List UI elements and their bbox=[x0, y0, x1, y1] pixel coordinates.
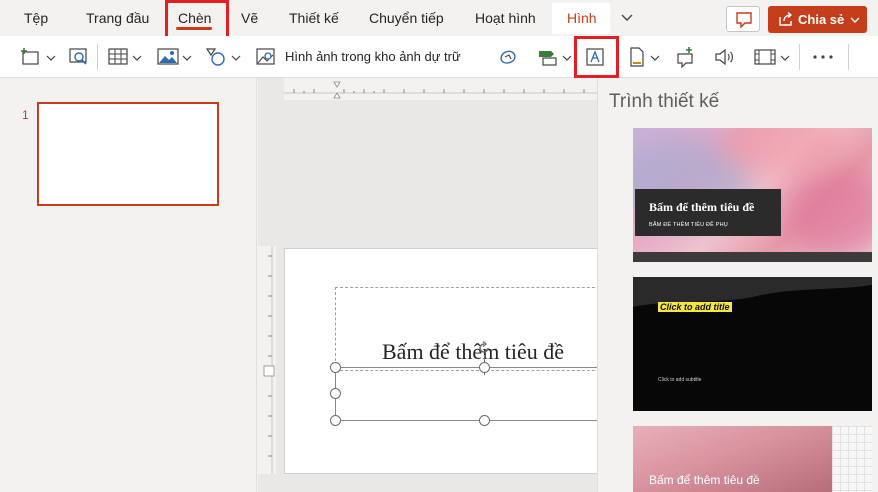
smartart-button[interactable] bbox=[534, 36, 574, 78]
rotate-handle-icon[interactable] bbox=[477, 341, 491, 355]
design-idea-title: Bấm để thêm tiêu đề bbox=[649, 473, 760, 487]
shapes-icon bbox=[205, 48, 225, 66]
comments-button[interactable] bbox=[726, 6, 760, 32]
title-placeholder-text[interactable]: Bấm để thêm tiêu đề bbox=[382, 339, 564, 365]
resize-handle-top-left[interactable] bbox=[330, 362, 341, 373]
chevron-down-icon bbox=[850, 17, 860, 23]
comment-icon bbox=[736, 12, 752, 29]
slide-number: 1 bbox=[22, 108, 29, 122]
resize-handle-top-center[interactable] bbox=[479, 362, 490, 373]
design-idea-subtitle: BẤM ĐỂ THÊM TIÊU ĐỀ PHỤ bbox=[649, 222, 728, 228]
pictures-button[interactable] bbox=[154, 36, 196, 78]
horizontal-ruler[interactable] bbox=[284, 78, 597, 100]
tab-animations[interactable]: Hoạt hình bbox=[475, 0, 536, 36]
ribbon-separator bbox=[799, 44, 800, 70]
new-comment-icon bbox=[677, 47, 693, 68]
chevron-down-icon bbox=[780, 55, 790, 61]
designer-pane-title: Trình thiết kế bbox=[609, 91, 720, 112]
share-button-label: Chia sẻ bbox=[798, 12, 845, 27]
tab-home[interactable]: Trang đầu bbox=[86, 0, 149, 36]
table-icon bbox=[108, 48, 128, 65]
design-idea-3[interactable]: Bấm để thêm tiêu đề bbox=[633, 426, 872, 492]
icons-button[interactable] bbox=[494, 36, 522, 78]
stock-images-icon bbox=[256, 48, 275, 65]
design-idea-title: Click to add title bbox=[658, 302, 732, 312]
design-idea-subtitle: Click to add subtitle bbox=[658, 377, 702, 383]
smartart-icon bbox=[539, 51, 557, 66]
chevron-down-icon bbox=[231, 55, 241, 61]
more-options-button[interactable] bbox=[808, 36, 838, 78]
design-idea-title: Bấm để thêm tiêu đề bbox=[649, 200, 755, 214]
tab-transitions[interactable]: Chuyển tiếp bbox=[369, 0, 444, 36]
insert-ribbon: Hình ảnh trong kho ảnh dự trữ bbox=[0, 36, 878, 78]
chevron-down-icon bbox=[132, 55, 142, 61]
more-tabs-chevron-icon[interactable] bbox=[617, 6, 637, 30]
new-slide-icon bbox=[21, 48, 39, 65]
ribbon-separator bbox=[848, 44, 849, 70]
slide-canvas[interactable]: Bấm để thêm tiêu đề bbox=[284, 248, 597, 474]
audio-button[interactable] bbox=[710, 36, 738, 78]
selected-text-box[interactable] bbox=[335, 367, 597, 421]
new-slide-button[interactable] bbox=[14, 36, 58, 78]
vertical-ruler[interactable] bbox=[258, 246, 276, 474]
stock-images-label: Hình ảnh trong kho ảnh dự trữ bbox=[285, 49, 461, 64]
video-icon bbox=[754, 49, 776, 65]
chevron-down-icon bbox=[46, 55, 56, 61]
chevron-down-icon bbox=[650, 55, 660, 61]
header-footer-button[interactable] bbox=[626, 36, 664, 78]
table-button[interactable] bbox=[104, 36, 146, 78]
header-footer-icon bbox=[630, 47, 644, 67]
reuse-slides-button[interactable] bbox=[66, 36, 92, 78]
slide-thumbnail[interactable] bbox=[37, 102, 219, 206]
highlight-text-box-button bbox=[574, 36, 619, 78]
new-comment-button[interactable] bbox=[672, 36, 700, 78]
share-button[interactable]: Chia sẻ bbox=[768, 6, 867, 33]
video-button[interactable] bbox=[752, 36, 794, 78]
designer-pane: Trình thiết kế Bấm để thêm tiêu đề BẤM Đ… bbox=[597, 78, 878, 492]
resize-handle-middle-left[interactable] bbox=[330, 388, 341, 399]
tab-file[interactable]: Tệp bbox=[24, 0, 48, 36]
share-icon bbox=[779, 12, 793, 26]
ribbon-tab-bar: Tệp Trang đầu Chèn Vẽ Thiết kế Chuyển ti… bbox=[0, 0, 878, 43]
resize-handle-bottom-center[interactable] bbox=[479, 415, 490, 426]
tab-design[interactable]: Thiết kế bbox=[289, 0, 339, 36]
reuse-slides-icon bbox=[69, 48, 87, 65]
more-icon bbox=[813, 55, 833, 59]
ribbon-separator bbox=[97, 44, 98, 70]
icons-insert-icon bbox=[500, 50, 516, 64]
slide-editor: Bấm để thêm tiêu đề bbox=[258, 78, 597, 492]
tab-shape-format[interactable]: Hình bbox=[567, 0, 597, 36]
design-idea-1[interactable]: Bấm để thêm tiêu đề BẤM ĐỂ THÊM TIÊU ĐỀ … bbox=[633, 128, 872, 262]
speaker-icon bbox=[715, 48, 733, 66]
chevron-down-icon bbox=[182, 55, 192, 61]
picture-icon bbox=[157, 48, 179, 65]
tab-draw[interactable]: Vẽ bbox=[241, 0, 258, 36]
resize-handle-bottom-left[interactable] bbox=[330, 415, 341, 426]
design-idea-texture bbox=[633, 277, 872, 411]
chevron-down-icon bbox=[562, 55, 572, 61]
design-idea-title-box: Bấm để thêm tiêu đề BẤM ĐỂ THÊM TIÊU ĐỀ … bbox=[635, 189, 781, 236]
design-idea-2[interactable]: Click to add title Click to add subtitle bbox=[633, 277, 872, 411]
shapes-button[interactable] bbox=[202, 36, 244, 78]
slide-thumbnail-pane: 1 bbox=[0, 78, 257, 492]
